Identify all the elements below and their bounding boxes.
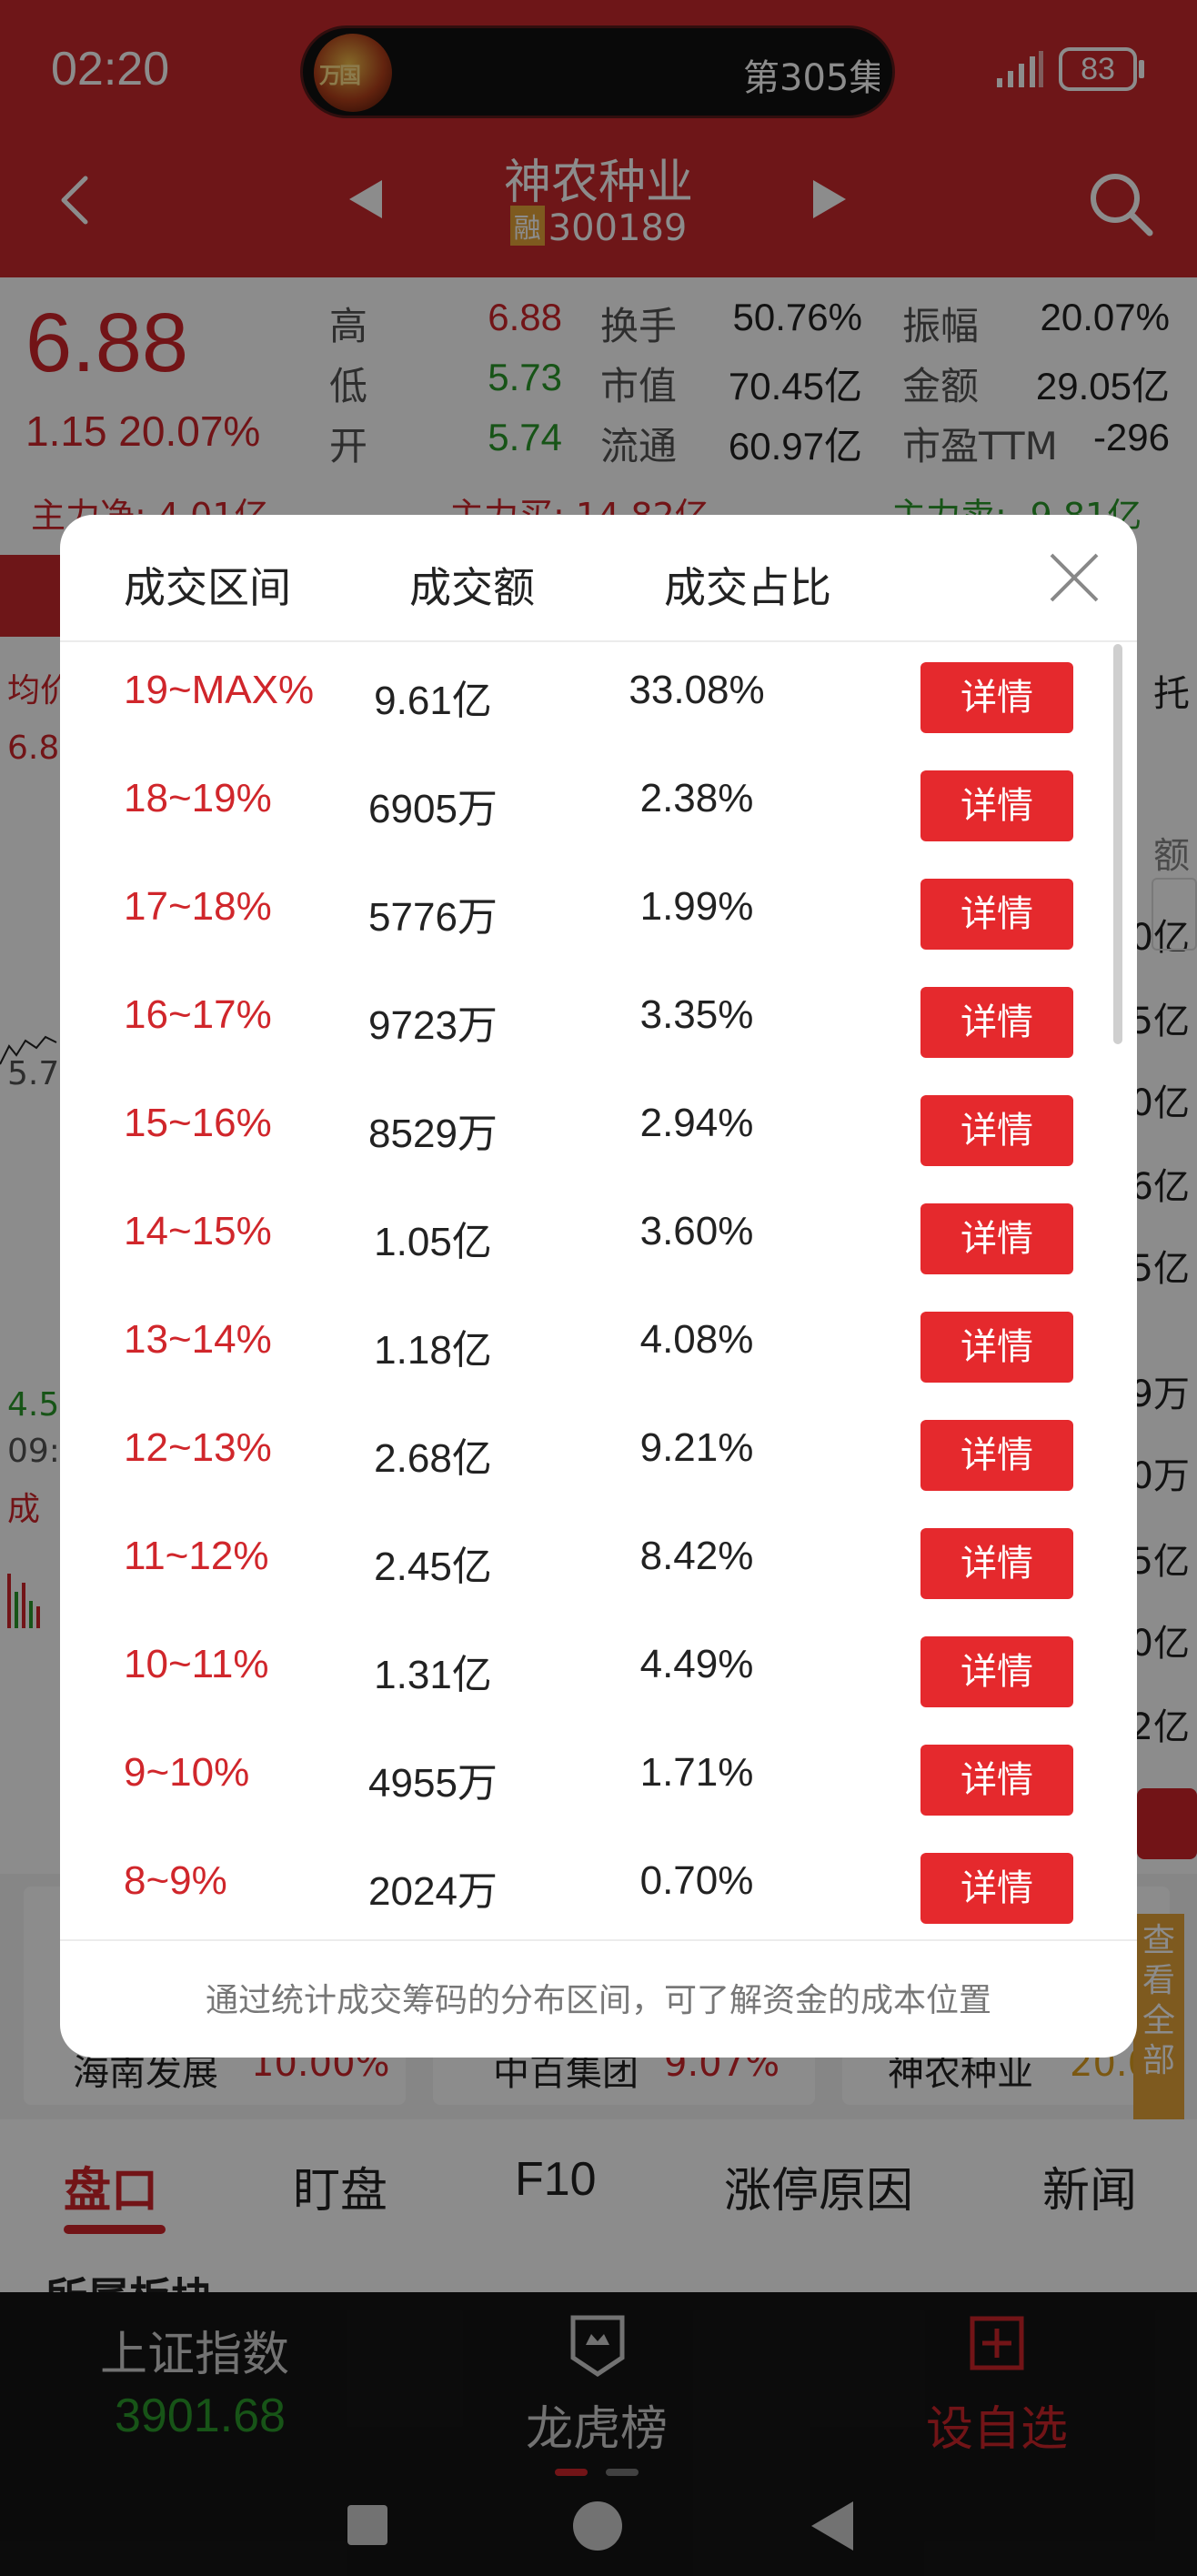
turnover-amount: 9723万 <box>368 1003 498 1048</box>
header-amount: 成交额 <box>409 563 535 612</box>
range-label: 11~12% <box>124 1534 269 1578</box>
range-row: 10~11% 1.31亿 4.49% 详情 <box>60 1616 1137 1725</box>
range-label: 10~11% <box>124 1642 269 1686</box>
detail-button[interactable]: 详情 <box>920 1636 1073 1707</box>
detail-button[interactable]: 详情 <box>920 1095 1073 1166</box>
detail-button[interactable]: 详情 <box>920 1312 1073 1383</box>
range-label: 8~9% <box>124 1858 227 1903</box>
turnover-amount: 2.68亿 <box>374 1436 492 1481</box>
dialog-footer: 通过统计成交筹码的分布区间，可了解资金的成本位置 <box>60 1939 1137 2058</box>
turnover-ratio: 4.49% <box>639 1642 754 1686</box>
range-row: 16~17% 9723万 3.35% 详情 <box>60 967 1137 1075</box>
detail-button[interactable]: 详情 <box>920 1528 1073 1599</box>
turnover-ratio: 3.35% <box>639 992 754 1037</box>
range-row: 18~19% 6905万 2.38% 详情 <box>60 750 1137 859</box>
turnover-amount: 6905万 <box>368 787 498 831</box>
turnover-amount: 4955万 <box>368 1761 498 1806</box>
range-row: 12~13% 2.68亿 9.21% 详情 <box>60 1400 1137 1508</box>
range-label: 13~14% <box>124 1317 272 1362</box>
turnover-amount: 9.61亿 <box>374 679 492 723</box>
turnover-ratio: 2.38% <box>639 776 754 820</box>
header-ratio: 成交占比 <box>664 563 831 612</box>
range-label: 16~17% <box>124 992 272 1037</box>
turnover-ratio: 9.21% <box>639 1425 754 1470</box>
detail-button[interactable]: 详情 <box>920 1420 1073 1491</box>
turnover-ratio: 33.08% <box>629 668 765 712</box>
turnover-ratio: 4.08% <box>639 1317 754 1362</box>
range-label: 17~18% <box>124 884 272 929</box>
turnover-ratio: 3.60% <box>639 1209 754 1253</box>
range-row: 11~12% 2.45亿 8.42% 详情 <box>60 1508 1137 1616</box>
turnover-ratio: 8.42% <box>639 1534 754 1578</box>
header-range: 成交区间 <box>124 563 291 612</box>
detail-button[interactable]: 详情 <box>920 1203 1073 1274</box>
range-row: 8~9% 2024万 0.70% 详情 <box>60 1833 1137 1939</box>
turnover-amount: 5776万 <box>368 895 498 940</box>
range-label: 9~10% <box>124 1750 250 1795</box>
turnover-ratio: 2.94% <box>639 1101 754 1145</box>
turnover-amount: 8529万 <box>368 1112 498 1156</box>
range-row: 19~MAX% 9.61亿 33.08% 详情 <box>60 642 1137 750</box>
scrollbar[interactable] <box>1113 644 1122 1044</box>
detail-button[interactable]: 详情 <box>920 987 1073 1058</box>
detail-button[interactable]: 详情 <box>920 879 1073 950</box>
turnover-amount: 1.18亿 <box>374 1328 492 1373</box>
range-label: 12~13% <box>124 1425 272 1470</box>
detail-button[interactable]: 详情 <box>920 662 1073 733</box>
detail-button[interactable]: 详情 <box>920 770 1073 841</box>
range-row: 9~10% 4955万 1.71% 详情 <box>60 1725 1137 1833</box>
range-list[interactable]: 19~MAX% 9.61亿 33.08% 详情 18~19% 6905万 2.38% 详情 17… <box>60 642 1137 1939</box>
footnote-text: 通过统计成交筹码的分布区间，可了解资金的成本位置 <box>205 1982 991 2019</box>
range-label: 18~19% <box>124 776 272 820</box>
dialog-header: 成交区间 成交额 成交占比 <box>60 515 1137 642</box>
range-row: 17~18% 5776万 1.99% 详情 <box>60 859 1137 967</box>
range-label: 14~15% <box>124 1209 272 1253</box>
range-row: 14~15% 1.05亿 3.60% 详情 <box>60 1183 1137 1292</box>
range-row: 13~14% 1.18亿 4.08% 详情 <box>60 1292 1137 1400</box>
turnover-amount: 2024万 <box>368 1869 498 1914</box>
turnover-amount: 1.05亿 <box>374 1220 492 1264</box>
range-label: 15~16% <box>124 1101 272 1145</box>
turnover-ratio: 1.99% <box>639 884 754 929</box>
detail-button[interactable]: 详情 <box>920 1745 1073 1816</box>
detail-button[interactable]: 详情 <box>920 1853 1073 1924</box>
turnover-ratio: 1.71% <box>639 1750 754 1795</box>
range-row: 15~16% 8529万 2.94% 详情 <box>60 1075 1137 1183</box>
turnover-ratio: 0.70% <box>639 1858 754 1903</box>
turnover-distribution-dialog: 成交区间 成交额 成交占比 19~MAX% 9.61亿 33.08% 详情 18~19%… <box>60 515 1137 2058</box>
close-icon[interactable] <box>1046 549 1102 606</box>
range-label: 19~MAX% <box>124 668 315 712</box>
turnover-amount: 2.45亿 <box>374 1545 492 1589</box>
turnover-amount: 1.31亿 <box>374 1653 492 1697</box>
